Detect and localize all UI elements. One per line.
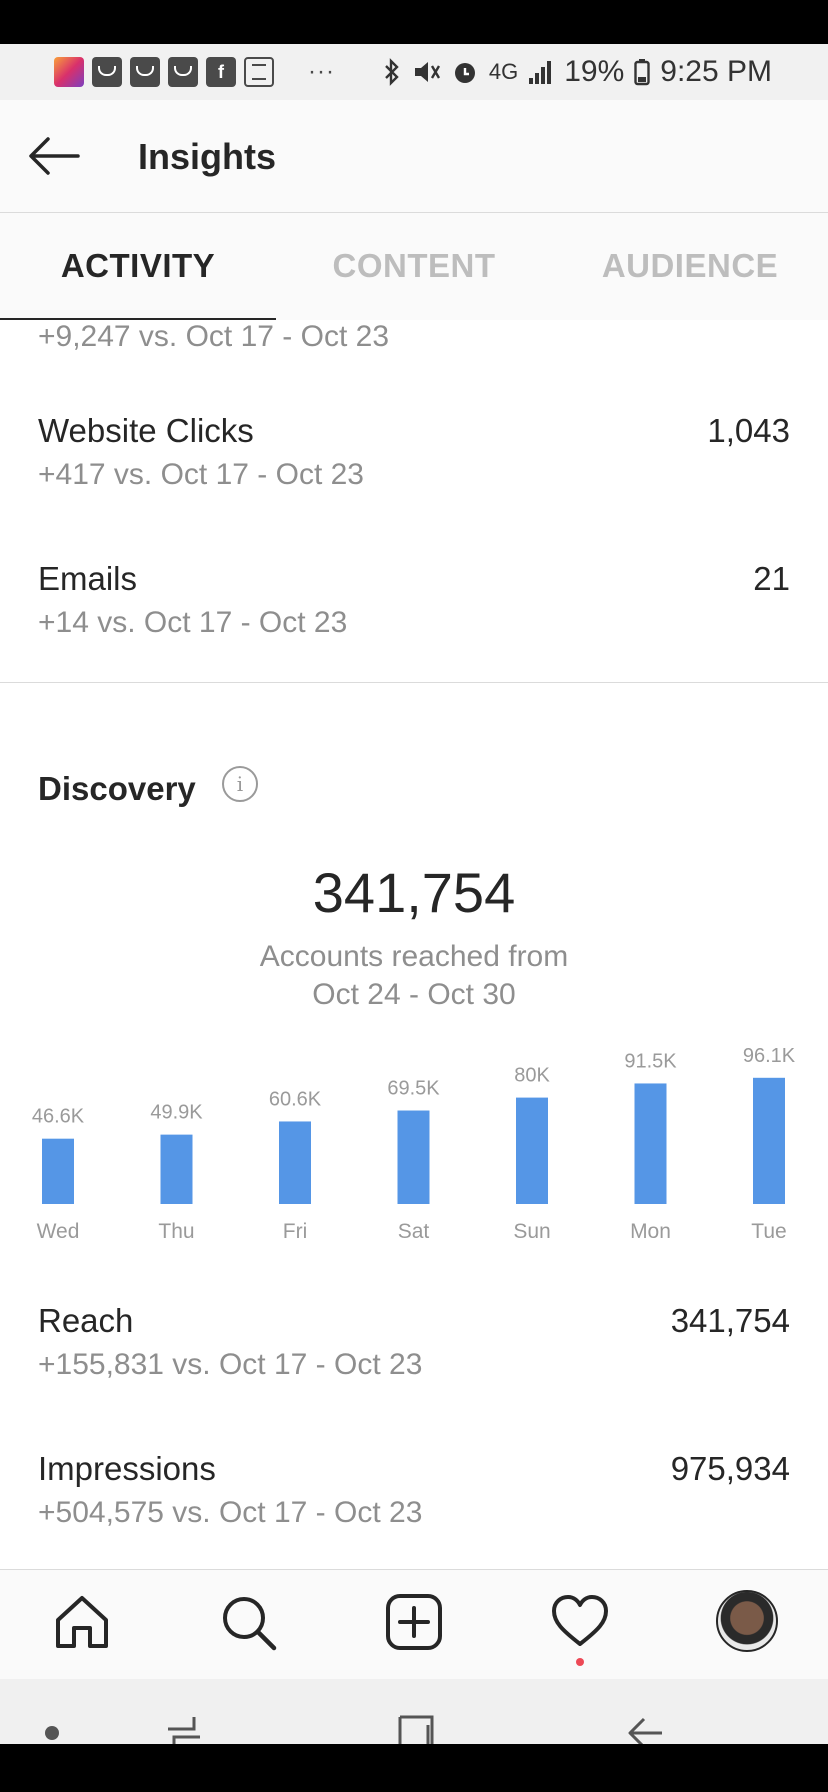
page-title: Insights [138, 136, 277, 177]
clock: 9:25 PM [660, 55, 772, 88]
bar-value-label: 91.5K [624, 1050, 677, 1072]
instagram-notification-icon [54, 57, 84, 87]
phone-frame: f ··· 4G 19% 9:25 PM Insights ACTIVITY C… [0, 0, 828, 1792]
section-divider [0, 682, 828, 683]
battery-percent: 19% [564, 55, 625, 88]
caption-line: Accounts reached from [259, 940, 569, 973]
day-tick-label: Wed [37, 1220, 80, 1240]
facebook-notification-icon: f [206, 57, 236, 87]
new-post-icon[interactable] [384, 1592, 444, 1652]
tab-audience[interactable]: AUDIENCE [552, 213, 828, 320]
tab-content[interactable]: CONTENT [276, 213, 552, 320]
bar-thu [160, 1134, 193, 1204]
shopping-notification-icon [168, 57, 198, 87]
bar-mon [634, 1083, 667, 1204]
search-icon[interactable] [218, 1592, 278, 1652]
info-icon[interactable]: i [222, 766, 258, 802]
day-tick-label: Mon [630, 1220, 671, 1240]
android-navigation-bar [0, 1679, 828, 1744]
battery-icon [634, 59, 650, 86]
bar-value-label: 60.6K [269, 1088, 322, 1110]
reach-bar-chart-svg: 46.6K Wed 49.9K Thu 60.6K Fri 69.5K Sat 80K Sun 91… [32, 1045, 796, 1240]
caption-date-range: Oct 24 - Oct 30 [312, 978, 516, 1011]
profile-avatar[interactable] [716, 1590, 778, 1652]
bar-value-label: 80K [514, 1065, 550, 1087]
home-dot-icon[interactable] [44, 1725, 60, 1741]
metric-value: 21 [753, 560, 790, 597]
accounts-reached-total: 341,754 [312, 861, 516, 924]
notification-dot [576, 1658, 584, 1666]
bar-value-label: 96.1K [743, 1045, 796, 1067]
tab-activity[interactable]: ACTIVITY [0, 213, 276, 320]
bar-value-label: 69.5K [387, 1078, 440, 1100]
android-back-icon[interactable] [626, 1713, 666, 1744]
notification-icons: f [54, 57, 274, 87]
recent-apps-icon[interactable] [164, 1711, 204, 1744]
metric-label: Impressions [38, 1450, 216, 1487]
signal-icon [529, 61, 552, 84]
metric-label: Website Clicks [38, 412, 254, 449]
bar-sun [516, 1097, 548, 1204]
metric-comparison: +417 vs. Oct 17 - Oct 23 [38, 458, 364, 491]
partial-metric-comparison: +9,247 vs. Oct 17 - Oct 23 [38, 320, 390, 353]
metric-row-website-clicks[interactable]: Website Clicks 1,043 +417 vs. Oct 17 - O… [0, 380, 828, 528]
more-notifications-icon: ··· [308, 58, 335, 85]
metric-value: 341,754 [670, 1302, 790, 1339]
day-tick-label: Fri [283, 1220, 308, 1240]
metric-row-impressions[interactable]: Impressions 975,934 +504,575 vs. Oct 17 … [0, 1418, 828, 1566]
network-type: 4G [488, 59, 519, 84]
bluetooth-icon [385, 58, 399, 86]
day-tick-label: Sun [513, 1220, 550, 1240]
home-icon[interactable] [52, 1592, 112, 1652]
accounts-reached-caption: Accounts reached from Oct 24 - Oct 30 [0, 938, 828, 1014]
screen: f ··· 4G 19% 9:25 PM Insights ACTIVITY C… [0, 44, 828, 1744]
alarm-icon [454, 63, 475, 83]
status-bar: f ··· 4G 19% 9:25 PM [0, 44, 828, 100]
bar-sat [397, 1110, 430, 1204]
system-status: 4G 19% 9:25 PM [383, 55, 772, 89]
bar-fri [279, 1121, 311, 1204]
metric-label: Reach [38, 1302, 134, 1339]
day-tick-label: Thu [158, 1220, 194, 1240]
discovery-section-title: Discovery [38, 770, 196, 807]
overview-square-icon[interactable] [396, 1711, 436, 1744]
metric-value: 975,934 [670, 1450, 790, 1487]
day-tick-label: Tue [751, 1220, 786, 1240]
bar-value-label: 46.6K [32, 1106, 85, 1128]
activity-heart-icon[interactable] [550, 1592, 610, 1652]
reach-bar-chart: 46.6K Wed 49.9K Thu 60.6K Fri 69.5K Sat 80K Sun 91… [0, 1040, 828, 1240]
bar-tue [753, 1077, 785, 1204]
metric-label: Emails [38, 560, 138, 597]
bottom-navigation [0, 1569, 828, 1679]
metric-comparison: +504,575 vs. Oct 17 - Oct 23 [38, 1496, 423, 1529]
shopping-notification-icon [92, 57, 122, 87]
news-notification-icon [244, 57, 274, 87]
metric-row-reach[interactable]: Reach 341,754 +155,831 vs. Oct 17 - Oct … [0, 1270, 828, 1418]
mute-icon [414, 62, 440, 82]
insights-tabs: ACTIVITY CONTENT AUDIENCE [0, 212, 828, 320]
metric-comparison: +14 vs. Oct 17 - Oct 23 [38, 606, 348, 639]
shopping-notification-icon [130, 57, 160, 87]
metric-row-emails[interactable]: Emails 21 +14 vs. Oct 17 - Oct 23 [0, 528, 828, 676]
app-header: Insights [0, 100, 828, 212]
bar-value-label: 49.9K [150, 1102, 203, 1124]
back-arrow-icon[interactable] [26, 134, 82, 178]
metric-comparison: +155,831 vs. Oct 17 - Oct 23 [38, 1348, 423, 1381]
metric-value: 1,043 [707, 412, 790, 449]
bar-wed [42, 1138, 74, 1204]
day-tick-label: Sat [398, 1220, 430, 1240]
